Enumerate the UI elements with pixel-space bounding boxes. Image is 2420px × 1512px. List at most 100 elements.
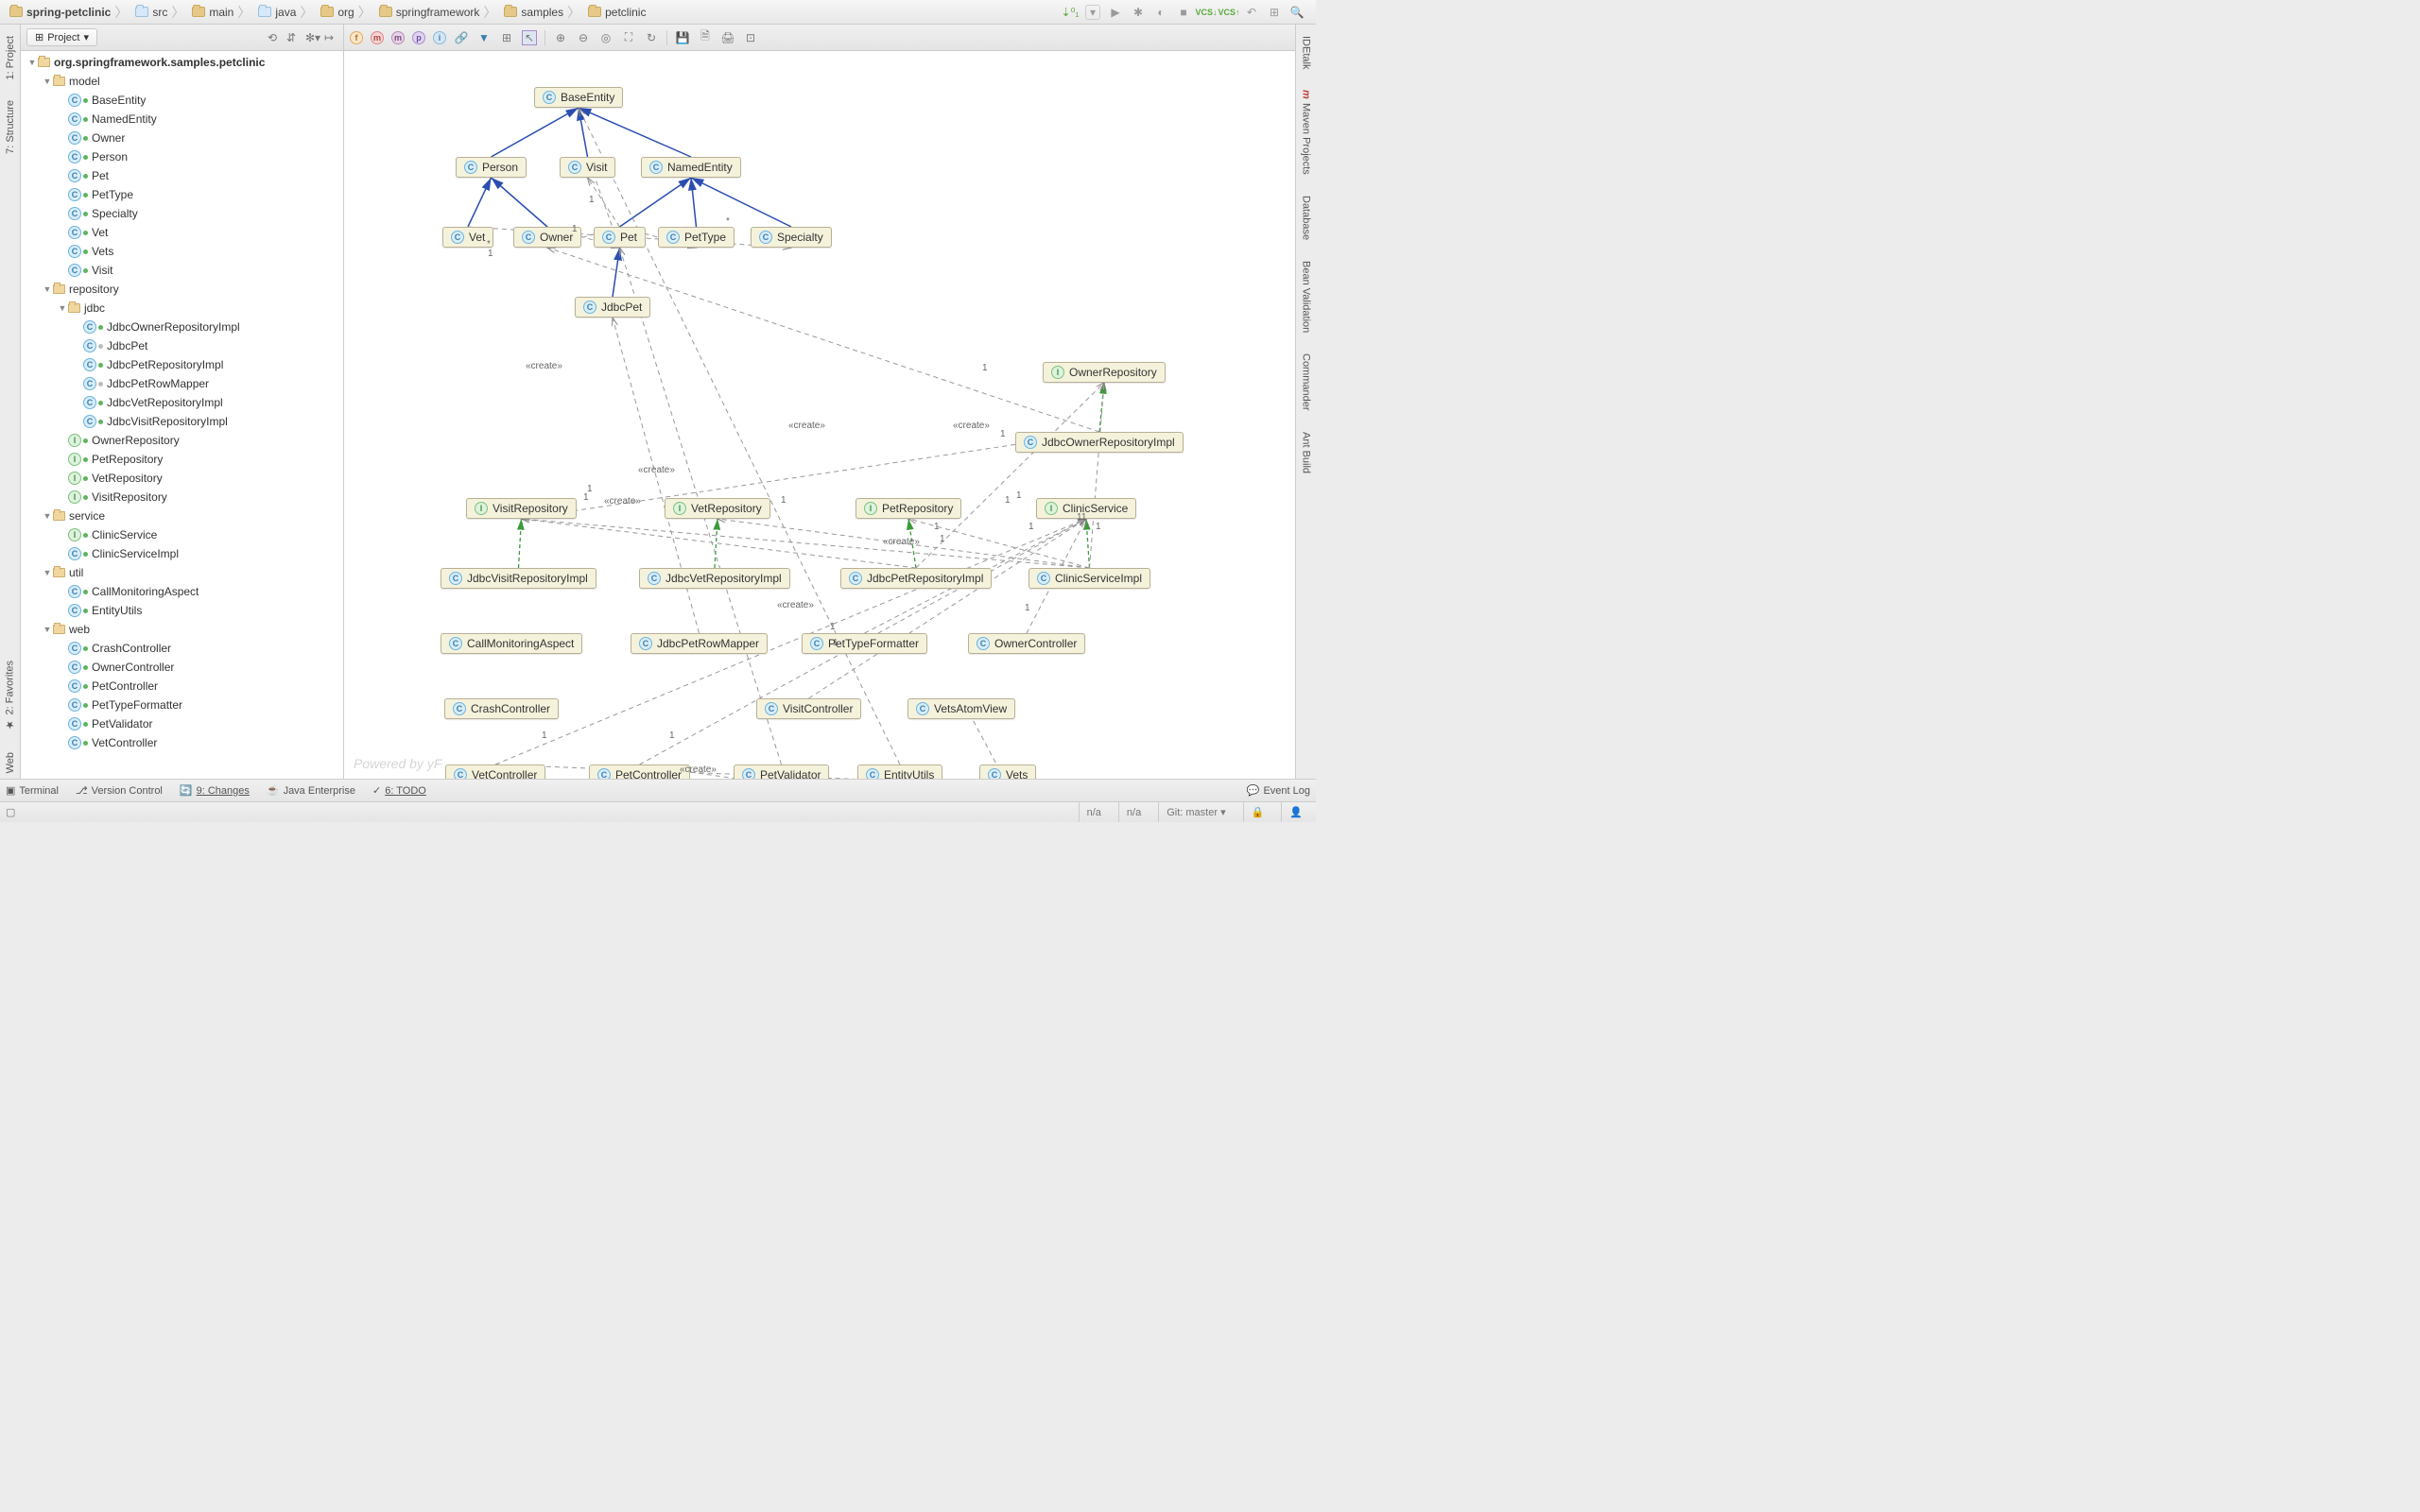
- project-tree[interactable]: ▼org.springframework.samples.petclinic▼m…: [21, 51, 343, 779]
- tree-row[interactable]: COwner: [21, 129, 343, 147]
- crumb-main[interactable]: main〉: [188, 0, 254, 24]
- toolwindow-database[interactable]: Database: [1299, 190, 1314, 246]
- uml-node-VisitRepository[interactable]: IVisitRepository: [466, 498, 577, 519]
- filter-icon[interactable]: ▼: [476, 30, 492, 45]
- crumb-petclinic[interactable]: petclinic: [584, 0, 649, 24]
- tree-row[interactable]: CVetController: [21, 733, 343, 752]
- toolwindow-jee[interactable]: ☕ Java Enterprise: [267, 784, 355, 797]
- toolwindow-beanvalidation[interactable]: Bean Validation: [1299, 255, 1314, 338]
- status-encoding[interactable]: n/a: [1079, 802, 1109, 822]
- zoom-in-icon[interactable]: ⊕: [553, 30, 568, 45]
- tree-row[interactable]: ▼model: [21, 72, 343, 91]
- toolwindow-maven[interactable]: m Maven Projects: [1299, 84, 1314, 180]
- tree-row[interactable]: CPetTypeFormatter: [21, 696, 343, 714]
- crumb-java[interactable]: java〉: [254, 0, 317, 24]
- structure-icon[interactable]: ⊞: [1267, 5, 1282, 20]
- uml-node-EntityUtils[interactable]: CEntityUtils: [857, 765, 942, 779]
- crumb-project[interactable]: spring-petclinic〉: [6, 0, 131, 24]
- crumb-src[interactable]: src〉: [131, 0, 188, 24]
- filter-fields-icon[interactable]: f: [350, 31, 363, 44]
- tree-row[interactable]: ▼org.springframework.samples.petclinic: [21, 53, 343, 72]
- toolwindow-changes[interactable]: 🔄 9: Changes: [180, 784, 250, 797]
- tree-row[interactable]: CPetController: [21, 677, 343, 696]
- uml-node-Vets[interactable]: CVets: [979, 765, 1036, 779]
- hide-icon[interactable]: ↦: [324, 31, 337, 44]
- uml-node-PetType[interactable]: CPetType: [658, 227, 735, 248]
- uml-node-PetController[interactable]: CPetController: [589, 765, 690, 779]
- uml-node-JdbcPetRepositoryImpl[interactable]: CJdbcPetRepositoryImpl: [840, 568, 992, 589]
- tree-row[interactable]: CPetValidator: [21, 714, 343, 733]
- status-lock-icon[interactable]: 🔒: [1243, 802, 1272, 822]
- uml-node-NamedEntity[interactable]: CNamedEntity: [641, 157, 741, 178]
- uml-node-JdbcPet[interactable]: CJdbcPet: [575, 297, 650, 318]
- tree-row[interactable]: IOwnerRepository: [21, 431, 343, 450]
- filter-properties-icon[interactable]: p: [412, 31, 425, 44]
- toolwindow-antbuild[interactable]: Ant Build: [1299, 426, 1314, 479]
- toolwindow-idetalk[interactable]: IDEtalk: [1299, 30, 1314, 75]
- status-icon[interactable]: ▢: [6, 806, 15, 818]
- tree-row[interactable]: CJdbcPetRepositoryImpl: [21, 355, 343, 374]
- run-icon[interactable]: ▶: [1108, 5, 1123, 20]
- tree-row[interactable]: CPerson: [21, 147, 343, 166]
- toolwindow-terminal[interactable]: ▣ Terminal: [6, 784, 59, 797]
- uml-node-PetValidator[interactable]: CPetValidator: [734, 765, 829, 779]
- zoom-actual-icon[interactable]: ◎: [598, 30, 614, 45]
- status-lineend[interactable]: n/a: [1118, 802, 1149, 822]
- search-icon[interactable]: 🔍: [1289, 5, 1305, 20]
- tree-row[interactable]: CSpecialty: [21, 204, 343, 223]
- toolwindow-eventlog[interactable]: 💬 Event Log: [1247, 784, 1310, 797]
- tree-row[interactable]: CPetType: [21, 185, 343, 204]
- uml-node-OwnerController[interactable]: COwnerController: [968, 633, 1085, 654]
- uml-node-JdbcOwnerRepositoryImpl[interactable]: CJdbcOwnerRepositoryImpl: [1015, 432, 1184, 453]
- tree-row[interactable]: CVets: [21, 242, 343, 261]
- debug-icon[interactable]: ✱: [1131, 5, 1146, 20]
- uml-node-PetRepository[interactable]: IPetRepository: [856, 498, 961, 519]
- tree-row[interactable]: CPet: [21, 166, 343, 185]
- uml-node-Visit[interactable]: CVisit: [560, 157, 615, 178]
- tree-row[interactable]: CCallMonitoringAspect: [21, 582, 343, 601]
- uml-node-Person[interactable]: CPerson: [456, 157, 527, 178]
- tree-row[interactable]: COwnerController: [21, 658, 343, 677]
- tree-row[interactable]: IPetRepository: [21, 450, 343, 469]
- collapse-all-icon[interactable]: ⇵: [286, 31, 300, 44]
- uml-node-Specialty[interactable]: CSpecialty: [751, 227, 832, 248]
- print-preview-icon[interactable]: ⊡: [743, 30, 758, 45]
- uml-node-VetsAtomView[interactable]: CVetsAtomView: [908, 698, 1015, 719]
- tree-row[interactable]: ▼jdbc: [21, 299, 343, 318]
- uml-node-CallMonitoringAspect[interactable]: CCallMonitoringAspect: [441, 633, 582, 654]
- tree-row[interactable]: CJdbcPetRowMapper: [21, 374, 343, 393]
- uml-node-PetTypeFormatter[interactable]: CPetTypeFormatter: [802, 633, 927, 654]
- zoom-out-icon[interactable]: ⊖: [576, 30, 591, 45]
- export-icon[interactable]: 🗎: [698, 30, 713, 45]
- save-icon[interactable]: 💾: [675, 30, 690, 45]
- scroll-from-source-icon[interactable]: ⟲: [268, 31, 281, 44]
- tree-row[interactable]: CCrashController: [21, 639, 343, 658]
- tree-row[interactable]: ▼service: [21, 507, 343, 525]
- settings-icon[interactable]: ✻▾: [305, 31, 319, 44]
- uml-node-OwnerRepository[interactable]: IOwnerRepository: [1043, 362, 1166, 383]
- uml-node-JdbcPetRowMapper[interactable]: CJdbcPetRowMapper: [631, 633, 768, 654]
- run-config-dropdown[interactable]: ▾: [1085, 5, 1100, 20]
- sync-icon[interactable]: ⇣⁰₁: [1063, 5, 1078, 20]
- crumb-springframework[interactable]: springframework〉: [375, 0, 501, 24]
- layout-icon[interactable]: ⊞: [499, 30, 514, 45]
- tree-row[interactable]: CJdbcOwnerRepositoryImpl: [21, 318, 343, 336]
- vcs-commit-icon[interactable]: VCS↑: [1221, 5, 1236, 20]
- tree-row[interactable]: IClinicService: [21, 525, 343, 544]
- tree-row[interactable]: ▼util: [21, 563, 343, 582]
- uml-node-VisitController[interactable]: CVisitController: [756, 698, 861, 719]
- filter-constructors-icon[interactable]: m: [371, 31, 384, 44]
- toolwindow-commander[interactable]: Commander: [1299, 348, 1314, 417]
- project-view-selector[interactable]: ⊞ Project ▾: [26, 28, 97, 46]
- crumb-org[interactable]: org〉: [317, 0, 374, 24]
- status-hector-icon[interactable]: 👤: [1281, 802, 1310, 822]
- selection-tool-icon[interactable]: ↖: [522, 30, 537, 45]
- tree-row[interactable]: CJdbcVetRepositoryImpl: [21, 393, 343, 412]
- tree-row[interactable]: IVetRepository: [21, 469, 343, 488]
- uml-node-CrashController[interactable]: CCrashController: [444, 698, 559, 719]
- toolwindow-vcs[interactable]: ⎇ Version Control: [76, 784, 163, 797]
- tree-row[interactable]: CJdbcVisitRepositoryImpl: [21, 412, 343, 431]
- stop-icon[interactable]: ■: [1176, 5, 1191, 20]
- uml-node-ClinicServiceImpl[interactable]: CClinicServiceImpl: [1028, 568, 1150, 589]
- toolwindow-favorites[interactable]: ★ 2: Favorites: [2, 655, 18, 736]
